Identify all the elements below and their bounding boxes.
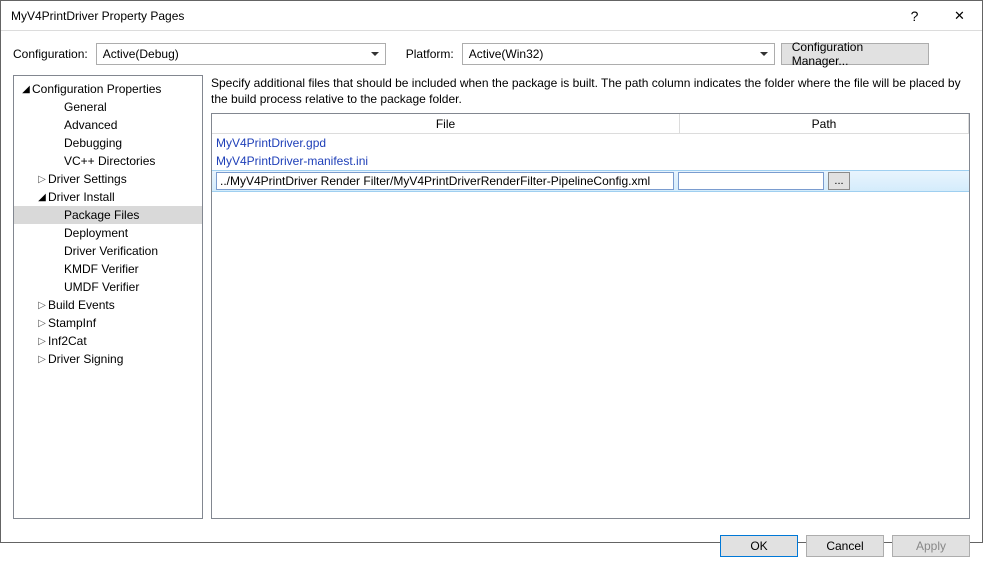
tree-item-label: Debugging (64, 136, 122, 150)
tree-root[interactable]: ◢ Configuration Properties (14, 80, 202, 98)
tree-item[interactable]: UMDF Verifier (14, 278, 202, 296)
body: ◢ Configuration Properties General Advanc… (1, 75, 982, 527)
configuration-value: Active(Debug) (103, 47, 179, 61)
grid-header-path[interactable]: Path (680, 114, 969, 133)
chevron-open-icon: ◢ (20, 84, 32, 95)
platform-value: Active(Win32) (469, 47, 544, 61)
tree-item-label: Driver Install (48, 190, 115, 204)
tree-item-label: General (64, 100, 107, 114)
tree-item[interactable]: VC++ Directories (14, 152, 202, 170)
grid-header: File Path (212, 114, 969, 134)
chevron-right-icon: ▷ (36, 318, 48, 329)
path-input[interactable] (678, 172, 824, 190)
tree-item-label: Package Files (64, 208, 139, 222)
tree-item-label: Build Events (48, 298, 115, 312)
tree-item-label: Driver Verification (64, 244, 158, 258)
tree-item[interactable]: ▷Driver Settings (14, 170, 202, 188)
cancel-button[interactable]: Cancel (806, 535, 884, 557)
tree-item-label: StampInf (48, 316, 96, 330)
chevron-right-icon: ▷ (36, 300, 48, 311)
file-cell: MyV4PrintDriver-manifest.ini (212, 154, 680, 168)
tree-item-label: Driver Settings (48, 172, 127, 186)
tree-item-label: VC++ Directories (64, 154, 155, 168)
platform-label: Platform: (406, 47, 454, 61)
configuration-label: Configuration: (13, 47, 88, 61)
grid-body: MyV4PrintDriver.gpd MyV4PrintDriver-manif… (212, 134, 969, 518)
tree-item-label: KMDF Verifier (64, 262, 139, 276)
dialog-footer: OK Cancel Apply (1, 527, 982, 569)
tree-item-label: Deployment (64, 226, 128, 240)
tree-item[interactable]: ▷Inf2Cat (14, 332, 202, 350)
file-input[interactable] (216, 172, 674, 190)
tree-item[interactable]: ▷Driver Signing (14, 350, 202, 368)
tree-item[interactable]: Deployment (14, 224, 202, 242)
browse-button[interactable]: ... (828, 172, 850, 190)
grid-row[interactable]: MyV4PrintDriver-manifest.ini (212, 152, 969, 170)
tree-item-label: Driver Signing (48, 352, 123, 366)
titlebar: MyV4PrintDriver Property Pages ? ✕ (1, 1, 982, 31)
grid-header-file[interactable]: File (212, 114, 680, 133)
tree-item[interactable]: ◢Driver Install (14, 188, 202, 206)
tree-item[interactable]: ▷Build Events (14, 296, 202, 314)
tree-item[interactable]: Advanced (14, 116, 202, 134)
grid-row[interactable]: MyV4PrintDriver.gpd (212, 134, 969, 152)
tree-root-label: Configuration Properties (32, 82, 161, 96)
configuration-manager-button[interactable]: Configuration Manager... (781, 43, 929, 65)
tree-item-label: Inf2Cat (48, 334, 87, 348)
right-pane: Specify additional files that should be … (211, 75, 970, 519)
file-grid: File Path MyV4PrintDriver.gpdMyV4PrintDr… (211, 113, 970, 519)
path-edit-group: ... (674, 172, 969, 190)
tree-item[interactable]: Package Files (14, 206, 202, 224)
configuration-combo[interactable]: Active(Debug) (96, 43, 386, 65)
config-toolbar: Configuration: Active(Debug) Platform: A… (1, 31, 982, 75)
tree-item[interactable]: General (14, 98, 202, 116)
tree-item-label: UMDF Verifier (64, 280, 139, 294)
platform-combo[interactable]: Active(Win32) (462, 43, 775, 65)
window-title: MyV4PrintDriver Property Pages (11, 9, 892, 23)
tree-pane[interactable]: ◢ Configuration Properties General Advanc… (13, 75, 203, 519)
description-text: Specify additional files that should be … (211, 75, 970, 113)
tree-item[interactable]: Driver Verification (14, 242, 202, 260)
chevron-right-icon: ▷ (36, 336, 48, 347)
chevron-open-icon: ◢ (36, 192, 48, 203)
chevron-right-icon: ▷ (36, 354, 48, 365)
apply-button[interactable]: Apply (892, 535, 970, 557)
close-button[interactable]: ✕ (937, 1, 982, 30)
tree-item[interactable]: ▷StampInf (14, 314, 202, 332)
grid-row-editing[interactable]: ... (212, 170, 969, 192)
help-button[interactable]: ? (892, 1, 937, 30)
chevron-right-icon: ▷ (36, 174, 48, 185)
tree-item[interactable]: KMDF Verifier (14, 260, 202, 278)
file-cell: MyV4PrintDriver.gpd (212, 136, 680, 150)
tree-item-label: Advanced (64, 118, 117, 132)
ok-button[interactable]: OK (720, 535, 798, 557)
tree-item[interactable]: Debugging (14, 134, 202, 152)
